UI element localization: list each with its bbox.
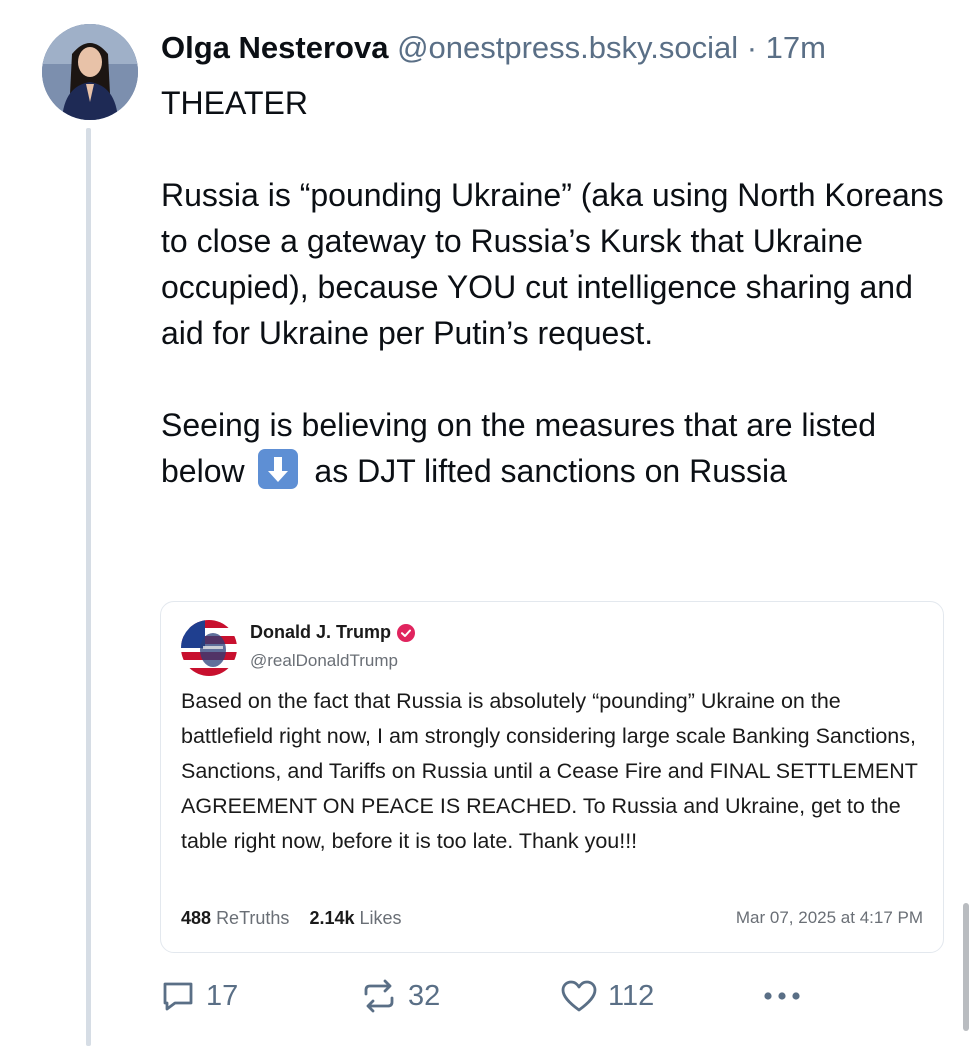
quote-author-avatar [181,620,237,676]
reply-count: 17 [206,979,239,1012]
post-text-after-emoji: as DJT lifted sanctions on Russia [305,453,787,489]
embedded-image-card[interactable]: Donald J. Trump @realDonaldTrump Based o… [160,601,944,953]
quote-date: Mar 07, 2025 at 4:17 PM [735,908,923,927]
like-button[interactable]: 112 [560,978,654,1014]
repost-icon [364,979,394,1013]
more-options-button[interactable] [762,984,802,1008]
quote-likes-count: 2.14k [309,908,355,928]
post-header: Olga Nesterova @onestpress.bsky.social ·… [161,28,970,68]
avatar-image [42,24,138,120]
post-text: THEATER Russia is “pounding Ukraine” (ak… [161,80,951,494]
quote-stats: 488 ReTruths 2.14k Likes [181,908,402,929]
quote-body-text: Based on the fact that Russia is absolut… [181,689,918,853]
header-separator: · [746,30,758,65]
thread-line [86,128,91,1046]
author-name[interactable]: Olga Nesterova [161,30,388,65]
quote-author-name: Donald J. Trump [250,622,392,642]
repost-count: 32 [408,979,441,1012]
quote-likes-label: Likes [359,908,402,928]
post-actions: 17 32 112 [160,978,960,1018]
author-handle[interactable]: @onestpress.bsky.social [397,30,738,65]
reply-icon [163,982,193,1011]
post-paragraph: Russia is “pounding Ukraine” (aka using … [161,177,944,351]
more-icon [764,992,800,1000]
post-time[interactable]: 17m [766,30,826,65]
reply-button[interactable]: 17 [160,978,238,1014]
down-arrow-emoji-icon [257,449,298,489]
post-paragraph: THEATER [161,85,308,121]
author-avatar[interactable] [42,24,138,120]
quote-author-name-row: Donald J. Trump [250,622,416,643]
repost-button[interactable]: 32 [360,978,440,1014]
scrollbar[interactable] [963,903,969,1031]
retruths-count: 488 [181,908,212,928]
like-count: 112 [608,979,655,1012]
post-paragraph-last: Seeing is believing on the measures that… [161,402,951,494]
quote-author-handle: @realDonaldTrump [250,651,398,670]
retruths-label: ReTruths [216,908,290,928]
heart-icon [561,980,597,1012]
verified-badge-icon [397,623,416,642]
